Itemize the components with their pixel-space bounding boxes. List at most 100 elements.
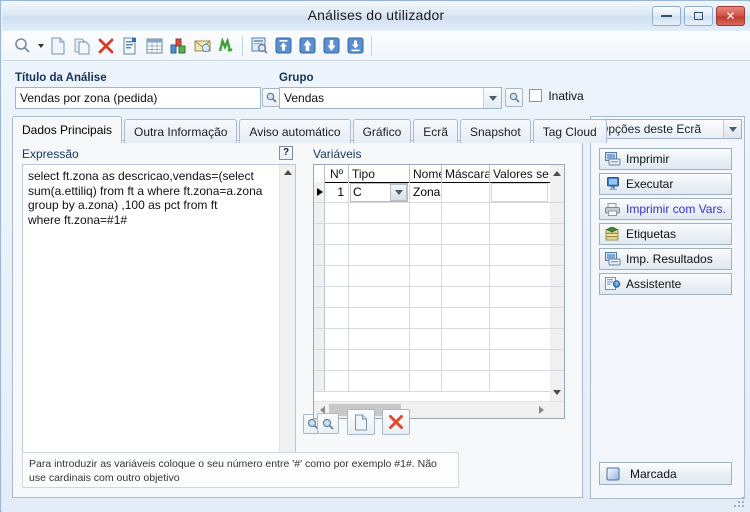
title-lookup-button[interactable] (262, 88, 280, 107)
tab-label: Ecrã (423, 124, 448, 139)
refresh-green-icon[interactable] (214, 34, 238, 58)
option-label: Imprimir com Vars. (626, 202, 726, 216)
previous-record-icon[interactable] (295, 34, 319, 58)
options-panel-title: Opções deste Ecrã (599, 122, 702, 136)
table-row[interactable] (314, 203, 564, 224)
cell-nome[interactable]: Zona (410, 182, 442, 202)
option-imprimir-button[interactable]: Imprimir (599, 148, 732, 170)
delete-red-x-icon[interactable] (94, 34, 118, 58)
svg-text:?: ? (615, 282, 618, 288)
window-controls: ✕ (652, 6, 745, 26)
group-combo[interactable]: Vendas (279, 87, 502, 109)
option-imp-resultados-button[interactable]: Imp. Resultados (599, 248, 732, 270)
tab-ecra[interactable]: Ecrã (413, 119, 458, 143)
options-panel-header[interactable]: Opções deste Ecrã (593, 119, 742, 139)
resize-grip[interactable] (734, 497, 746, 509)
grid-col-tipo: Tipo (349, 165, 410, 182)
row-indicator-icon (317, 188, 323, 196)
mail-export-icon[interactable] (190, 34, 214, 58)
option-imprimir-com-vars-button[interactable]: Imprimir com Vars. (599, 198, 732, 220)
last-record-icon[interactable] (343, 34, 367, 58)
new-document-icon[interactable] (46, 34, 70, 58)
inactive-checkbox[interactable] (529, 89, 542, 102)
options-panel: Opções deste Ecrã Imprimir Executar Impr… (590, 116, 745, 499)
group-lookup-button[interactable] (505, 88, 523, 107)
table-row[interactable] (314, 287, 564, 308)
valores-input[interactable] (491, 182, 548, 202)
scroll-right-icon[interactable] (534, 403, 548, 417)
new-variable-button[interactable] (347, 409, 375, 435)
option-assistente-button[interactable]: ? Assistente (599, 273, 732, 295)
maximize-button[interactable] (684, 6, 713, 26)
close-button[interactable]: ✕ (716, 6, 745, 26)
copy-document-icon[interactable] (70, 34, 94, 58)
table-grid-icon[interactable] (142, 34, 166, 58)
cell-valores[interactable] (490, 182, 550, 202)
tab-label: Gráfico (362, 124, 402, 139)
tab-panel-dados-principais: Expressão ? select ft.zona as descricao,… (12, 140, 583, 498)
client-area: Título da Análise Grupo Vendas Inativa D… (2, 61, 750, 512)
tab-snapshot[interactable]: Snapshot (459, 119, 531, 143)
table-row[interactable] (314, 350, 564, 371)
cell-tipo[interactable]: C (349, 182, 410, 202)
table-row[interactable]: 1 C Zona (314, 182, 564, 203)
expression-textarea[interactable]: select ft.zona as descricao,vendas=(sele… (22, 164, 296, 472)
cell-mascara[interactable] (442, 182, 490, 202)
scroll-up-icon[interactable] (280, 165, 295, 180)
expression-text: select ft.zona as descricao,vendas=(sele… (28, 169, 263, 227)
tab-label: Tag Cloud (542, 124, 597, 139)
print-results-icon (604, 251, 622, 267)
table-row[interactable] (314, 266, 564, 287)
expression-vertical-scrollbar[interactable] (279, 165, 295, 471)
group-field-group: Grupo (279, 72, 314, 84)
variables-grid[interactable]: Nº Tipo Nome Máscara Valores se em T 1 C (313, 164, 565, 419)
chevron-down-icon[interactable] (723, 120, 741, 138)
grid-scroll-up-icon[interactable] (550, 165, 564, 182)
toolbar-separator-end (371, 35, 372, 56)
grid-scroll-down-icon[interactable] (550, 383, 564, 401)
expression-help-button[interactable]: ? (279, 146, 293, 160)
application-window: Análises do utilizador ✕ Título da Análi… (0, 0, 750, 512)
marcada-button[interactable]: Marcada (599, 462, 732, 485)
tab-label: Aviso automático (249, 124, 341, 139)
delete-variable-button[interactable] (382, 409, 410, 435)
chevron-down-icon[interactable] (483, 88, 501, 108)
table-row[interactable] (314, 308, 564, 329)
tab-dados-principais[interactable]: Dados Principais (12, 116, 123, 143)
variables-lookup-button[interactable] (317, 413, 339, 434)
tab-outra-informacao[interactable]: Outra Informação (124, 119, 238, 143)
inactive-checkbox-wrapper[interactable]: Inativa (529, 89, 584, 103)
option-etiquetas-button[interactable]: Etiquetas (599, 223, 732, 245)
tipo-value: C (353, 185, 362, 199)
row-selector[interactable] (314, 182, 325, 202)
title-label: Título da Análise (15, 72, 107, 84)
chevron-down-icon[interactable] (390, 183, 407, 201)
minimize-button[interactable] (652, 6, 681, 26)
group-label: Grupo (279, 72, 314, 84)
table-row[interactable] (314, 245, 564, 266)
option-executar-button[interactable]: Executar (599, 173, 732, 195)
tipo-combo[interactable]: C (350, 182, 408, 202)
hint-text: Para introduzir as variáveis coloque o s… (22, 452, 459, 488)
table-row[interactable] (314, 371, 564, 392)
search-icon[interactable] (10, 34, 34, 58)
tab-tag-cloud[interactable]: Tag Cloud (532, 119, 607, 143)
next-record-icon[interactable] (319, 34, 343, 58)
dropdown-caret-icon[interactable] (34, 34, 46, 58)
title-input[interactable] (15, 87, 261, 109)
maximize-icon (694, 12, 703, 20)
first-record-icon[interactable] (271, 34, 295, 58)
group-combo-value: Vendas (284, 91, 325, 105)
form-properties-icon[interactable] (118, 34, 142, 58)
grid-col-valores: Valores se em T (493, 166, 550, 181)
table-row[interactable] (314, 224, 564, 245)
tab-grafico[interactable]: Gráfico (352, 119, 412, 143)
preview-icon[interactable] (247, 34, 271, 58)
tab-aviso-automatico[interactable]: Aviso automático (239, 119, 351, 143)
marked-square-icon (604, 466, 622, 482)
close-icon: ✕ (725, 9, 736, 23)
chart-bar-icon[interactable] (166, 34, 190, 58)
grid-scroll-track[interactable] (550, 182, 564, 202)
tab-strip: Dados Principais Outra Informação Aviso … (12, 116, 609, 143)
table-row[interactable] (314, 329, 564, 350)
